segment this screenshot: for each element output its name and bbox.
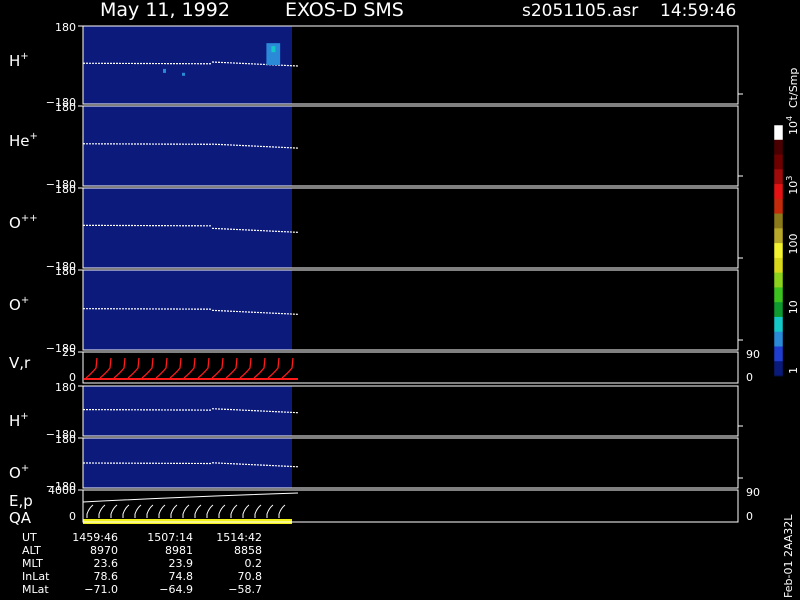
colorbar-tick-label: 1	[787, 367, 800, 374]
energy-steps	[86, 504, 286, 518]
ephemeris-cell: 74.8	[169, 570, 194, 583]
ephemeris-cell: 78.6	[94, 570, 119, 583]
panel-1: 180−180He+	[9, 101, 743, 191]
panel-frame	[82, 489, 739, 523]
velocity-trace	[85, 357, 294, 379]
right-tick-label: 0	[746, 510, 753, 523]
spectrogram-fill	[83, 26, 292, 104]
panel-6: 180−180O+	[9, 433, 743, 493]
colorbar-swatch	[774, 139, 783, 156]
spectrogram-fill	[83, 270, 292, 350]
colorbar-swatch	[774, 228, 783, 244]
colorbar-swatch	[774, 213, 783, 229]
y-tick-label: 4000	[48, 484, 76, 497]
panel-label: O+	[9, 295, 29, 314]
plot-date: May 11, 1992	[100, 0, 230, 21]
colorbar-swatch	[774, 198, 783, 215]
panel-0: 180−180H+	[9, 21, 743, 109]
spectrogram-fill	[83, 188, 292, 268]
ephemeris-cell: 23.9	[169, 557, 194, 570]
ephemeris-cell: 23.6	[94, 557, 119, 570]
y-tick-label: 180	[55, 433, 76, 446]
colorbar-swatch	[774, 302, 783, 318]
colorbar-swatch	[774, 331, 783, 347]
ephemeris-cell: 8981	[165, 544, 193, 557]
ephemeris-cell: 1459:46	[72, 531, 118, 544]
colorbar-swatch	[774, 184, 783, 200]
panels: 180−180H+180−180He+180−180O++180−180O+25…	[9, 21, 760, 527]
y-tick-label: 180	[55, 101, 76, 114]
ephemeris-row-label: MLat	[22, 583, 49, 596]
y-tick-label: 180	[55, 183, 76, 196]
plot-filename: s2051105.asr	[522, 1, 638, 21]
colorbar-swatch	[774, 257, 783, 274]
panel-label: H+	[9, 411, 29, 430]
panel-2: 180−180O++	[9, 183, 743, 273]
y-tick-label: 0	[69, 510, 76, 523]
y-tick-label: 25	[62, 346, 76, 359]
colorbar-tick-label: 10	[787, 300, 800, 314]
ephemeris-row-label: MLT	[22, 557, 43, 570]
ephemeris-cell: 70.8	[238, 570, 263, 583]
right-tick-label: 90	[746, 486, 760, 499]
colorbar-swatch	[774, 316, 783, 333]
ephemeris-cell: 0.2	[245, 557, 263, 570]
colorbar-swatch	[774, 287, 783, 303]
panel-label: He+	[9, 131, 38, 150]
ephemeris-cell: 8970	[90, 544, 118, 557]
ephemeris-row-label: InLat	[22, 570, 50, 583]
colorbar-tick-label: 104	[785, 116, 800, 135]
ephemeris-table: UT 1459:46 1507:14 1514:42 ALT 8970 8981 8858 ML…	[22, 531, 262, 596]
panel-4: 250900V,r	[9, 346, 760, 384]
potential-trace	[82, 492, 299, 503]
right-tick-label: 0	[746, 371, 753, 384]
right-tick-label: 90	[746, 348, 760, 361]
colorbar-swatch	[774, 361, 783, 377]
y-tick-label: 180	[55, 265, 76, 278]
y-tick-label: 180	[55, 381, 76, 394]
count-patch	[163, 68, 166, 73]
plot-time: 14:59:46	[660, 1, 736, 21]
panel-5: 180−180H+	[9, 381, 743, 441]
colorbar-tick-label: 100	[787, 234, 800, 255]
ephemeris-cell: 8858	[234, 544, 262, 557]
ephemeris-cell: 1514:42	[216, 531, 262, 544]
colorbar-swatch	[774, 243, 783, 259]
ephemeris-cell: 1507:14	[147, 531, 193, 544]
colorbar: 1 10 100 103 104 Ct/Smp	[773, 68, 800, 377]
y-tick-label: 180	[55, 21, 76, 34]
colorbar-swatch	[774, 169, 783, 185]
panel-7: 4000 0 90 0 E,pQA	[9, 484, 760, 527]
panel-label: O++	[9, 213, 38, 232]
panel-label: H+	[9, 51, 29, 70]
colorbar-swatch	[774, 272, 783, 288]
ephemeris-row-label: UT	[22, 531, 37, 544]
colorbar-tick-label: 103	[785, 176, 800, 195]
ephemeris-cell: −64.9	[159, 583, 193, 596]
panel-label: E,p	[9, 492, 33, 510]
colorbar-swatch	[774, 346, 783, 362]
version-label: Feb-01 2AA32L	[782, 514, 795, 598]
panel-label: O+	[9, 463, 29, 482]
ephemeris-cell: −71.0	[84, 583, 118, 596]
count-patch	[271, 46, 276, 53]
ephemeris-cell: −58.7	[228, 583, 262, 596]
panel-label-qa: QA	[9, 509, 32, 527]
panel-3: 180−180O+	[9, 265, 743, 355]
sms-plot: May 11, 1992 EXOS-D SMS s2051105.asr 14:…	[9, 0, 800, 598]
count-patch	[182, 72, 185, 76]
ephemeris-row-label: ALT	[22, 544, 41, 557]
plot-instrument: EXOS-D SMS	[285, 0, 404, 21]
colorbar-swatch	[774, 154, 783, 170]
panel-label: V,r	[9, 354, 31, 372]
colorbar-unit-label: Ct/Smp	[787, 68, 800, 108]
colorbar-swatch	[774, 125, 783, 141]
